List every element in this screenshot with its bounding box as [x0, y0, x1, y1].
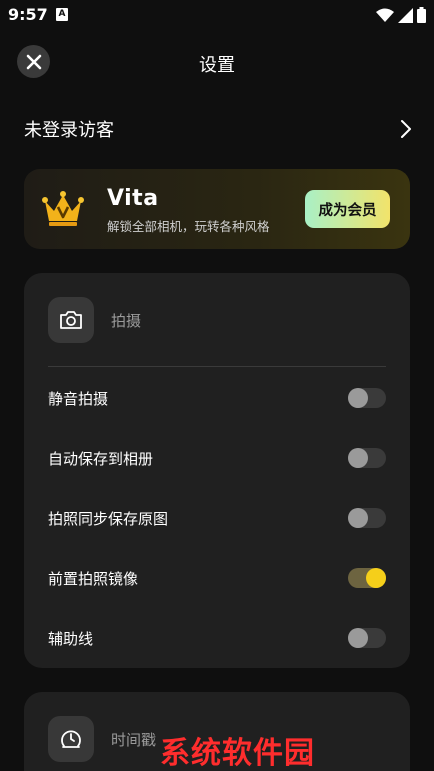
setting-label: 辅助线	[48, 629, 94, 648]
timestamp-section-header: 时间戳	[48, 716, 156, 762]
toggle-knob	[348, 508, 368, 528]
shooting-settings-card: 拍摄 静音拍摄 自动保存到相册 拍照同步保存原图 前置拍照镜像 辅助线	[24, 273, 410, 668]
silent-shoot-toggle[interactable]	[348, 388, 386, 408]
status-time: 9:57	[8, 5, 48, 24]
setting-row-save-original[interactable]: 拍照同步保存原图	[48, 503, 386, 533]
status-bar: 9:57 A	[0, 0, 434, 30]
chevron-right-icon	[401, 120, 411, 138]
setting-label: 拍照同步保存原图	[48, 509, 169, 528]
timestamp-section-label: 时间戳	[111, 730, 157, 749]
battery-icon	[417, 7, 426, 23]
front-mirror-toggle[interactable]	[348, 568, 386, 588]
user-name: 未登录访客	[24, 120, 114, 141]
toggle-knob	[366, 568, 386, 588]
signal-icon	[398, 7, 413, 23]
wifi-icon	[376, 8, 394, 22]
setting-label: 自动保存到相册	[48, 449, 154, 468]
setting-row-grid-lines[interactable]: 辅助线	[48, 623, 386, 653]
vip-card[interactable]: Vita 解锁全部相机，玩转各种风格 成为会员	[24, 169, 410, 249]
user-login-row[interactable]: 未登录访客	[24, 110, 412, 148]
watermark: 系统软件园	[160, 736, 315, 771]
clock-icon	[48, 716, 94, 762]
toggle-knob	[348, 448, 368, 468]
shooting-section-header: 拍摄	[48, 297, 141, 343]
setting-row-front-mirror[interactable]: 前置拍照镜像	[48, 563, 386, 593]
setting-label: 静音拍摄	[48, 389, 109, 408]
notification-icon: A	[56, 8, 68, 21]
divider	[48, 366, 386, 367]
crown-icon	[42, 191, 84, 226]
setting-label: 前置拍照镜像	[48, 569, 139, 588]
toggle-knob	[348, 628, 368, 648]
vip-subtitle: 解锁全部相机，玩转各种风格	[107, 219, 270, 234]
vip-title: Vita	[107, 186, 159, 211]
header: 设置	[0, 45, 434, 79]
auto-save-toggle[interactable]	[348, 448, 386, 468]
page-title: 设置	[199, 55, 235, 76]
setting-row-silent-shoot[interactable]: 静音拍摄	[48, 383, 386, 413]
shooting-section-label: 拍摄	[111, 311, 142, 330]
become-member-button[interactable]: 成为会员	[305, 190, 390, 228]
toggle-knob	[348, 388, 368, 408]
grid-lines-toggle[interactable]	[348, 628, 386, 648]
setting-row-auto-save[interactable]: 自动保存到相册	[48, 443, 386, 473]
save-original-toggle[interactable]	[348, 508, 386, 528]
status-icons	[376, 6, 426, 24]
camera-icon	[48, 297, 94, 343]
